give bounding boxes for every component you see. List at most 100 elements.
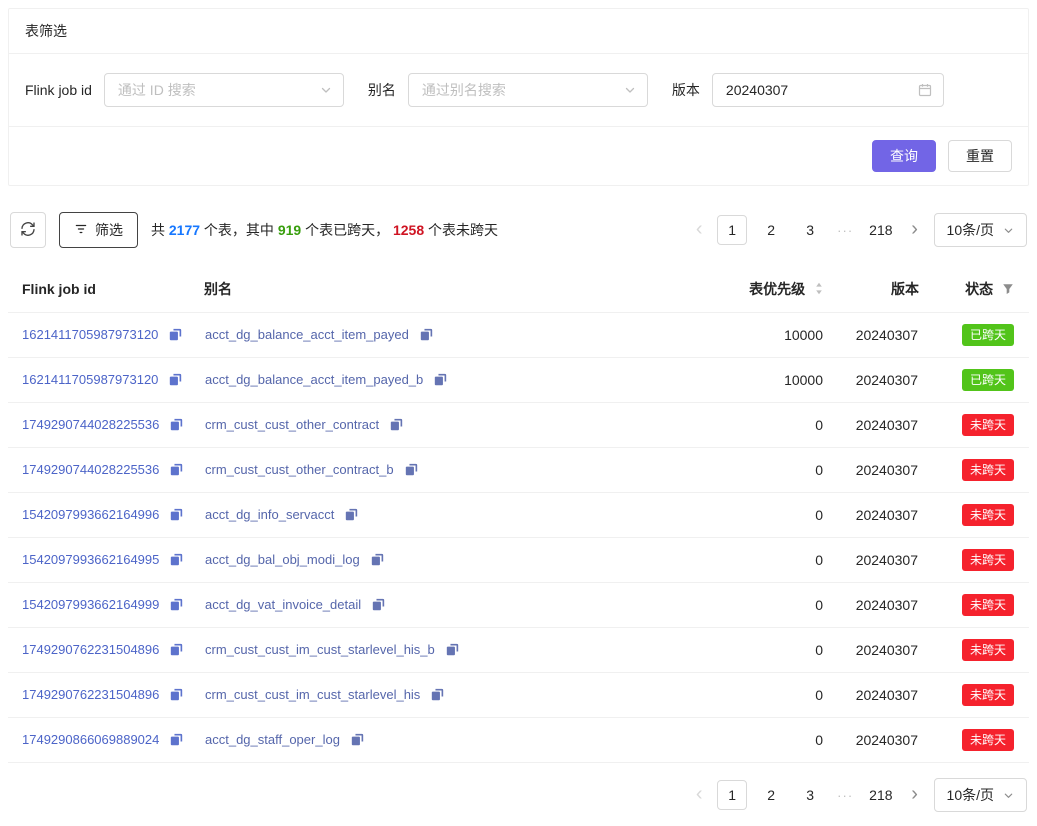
alias-link[interactable]: acct_dg_vat_invoice_detail [205,597,361,612]
job-id-link[interactable]: 1749290762231504896 [22,687,159,702]
filter-actions: 查询 重置 [9,126,1028,185]
prev-page-button[interactable]: ‹ [690,784,708,807]
page-ellipsis: ··· [834,223,856,238]
alias-link[interactable]: acct_dg_info_servacct [205,507,334,522]
alias-link[interactable]: acct_dg_balance_acct_item_payed_b [205,372,423,387]
job-id-link[interactable]: 1621411705987973120 [22,327,158,342]
reset-button[interactable]: 重置 [948,140,1012,172]
priority-cell: 0 [694,538,824,583]
filter-toggle-button[interactable]: 筛选 [59,212,138,248]
copy-icon[interactable] [434,373,447,389]
job-id-link[interactable]: 1542097993662164996 [22,507,159,522]
copy-icon[interactable] [170,553,183,569]
priority-cell: 0 [694,493,824,538]
copy-icon[interactable] [169,373,182,389]
column-header-version: 版本 [824,268,919,313]
status-badge: 未跨天 [962,504,1014,526]
page-ellipsis: ··· [834,788,856,803]
copy-icon[interactable] [170,688,183,704]
alias-link[interactable]: acct_dg_bal_obj_modi_log [205,552,360,567]
filter-card-header: 表筛选 [9,9,1028,54]
alias-select[interactable] [408,73,648,107]
copy-icon[interactable] [446,643,459,659]
alias-link[interactable]: crm_cust_cust_other_contract_b [205,462,394,477]
version-date-picker[interactable] [712,73,944,107]
page-button-218[interactable]: 218 [865,780,896,810]
status-badge: 未跨天 [962,729,1014,751]
copy-icon[interactable] [170,508,183,524]
job-id-link[interactable]: 1749290744028225536 [22,417,159,432]
alias-link[interactable]: crm_cust_cust_other_contract [205,417,379,432]
copy-icon[interactable] [170,733,183,749]
chevron-down-icon [624,84,636,96]
column-header-label: 状态 [965,281,993,297]
page-button-1[interactable]: 1 [717,215,747,245]
priority-cell: 10000 [694,358,824,403]
copy-icon[interactable] [170,463,183,479]
summary-segment: 1258 [393,222,424,238]
copy-icon[interactable] [420,328,433,344]
page-button-218[interactable]: 218 [865,215,896,245]
copy-icon[interactable] [170,418,183,434]
copy-icon[interactable] [431,688,444,704]
copy-icon[interactable] [371,553,384,569]
flink-job-id-input[interactable] [116,81,314,99]
table-row: 1542097993662164999 acct_dg_vat_invoice_… [8,583,1029,628]
filter-card-title: 表筛选 [25,23,67,39]
page-button-1[interactable]: 1 [717,780,747,810]
copy-icon[interactable] [372,598,385,614]
column-header-priority[interactable]: 表优先级 [694,268,824,313]
column-header-status[interactable]: 状态 [919,268,1029,313]
copy-icon[interactable] [351,733,364,749]
table-row: 1749290744028225536 crm_cust_cust_other_… [8,403,1029,448]
next-page-button[interactable]: › [906,219,924,242]
page-button-2[interactable]: 2 [756,215,786,245]
copy-icon[interactable] [170,643,183,659]
version-cell: 20240307 [824,313,919,358]
job-id-link[interactable]: 1542097993662164999 [22,597,159,612]
alias-link[interactable]: crm_cust_cust_im_cust_starlevel_his_b [205,642,435,657]
column-filter-icon[interactable] [1002,282,1014,298]
copy-icon[interactable] [169,328,182,344]
copy-icon[interactable] [405,463,418,479]
refresh-icon [20,221,36,240]
page-button-3[interactable]: 3 [795,215,825,245]
refresh-button[interactable] [10,212,46,248]
flink-job-id-select[interactable] [104,73,344,107]
version-cell: 20240307 [824,628,919,673]
version-cell: 20240307 [824,448,919,493]
footer-pagination-row: ‹ 123 ··· 218 › 10条/页 [8,778,1029,812]
priority-cell: 0 [694,718,824,763]
page-button-3[interactable]: 3 [795,780,825,810]
sort-icon[interactable] [814,282,824,298]
copy-icon[interactable] [345,508,358,524]
alias-link[interactable]: acct_dg_balance_acct_item_payed [205,327,409,342]
priority-cell: 0 [694,583,824,628]
job-id-link[interactable]: 1749290866069889024 [22,732,159,747]
job-id-link[interactable]: 1542097993662164995 [22,552,159,567]
table-row: 1749290744028225536 crm_cust_cust_other_… [8,448,1029,493]
alias-link[interactable]: acct_dg_staff_oper_log [205,732,340,747]
form-item-flink-job-id: Flink job id [25,73,344,107]
page-size-label: 10条/页 [947,220,994,240]
job-id-link[interactable]: 1749290762231504896 [22,642,159,657]
copy-icon[interactable] [390,418,403,434]
query-button[interactable]: 查询 [872,140,936,172]
table-row: 1542097993662164995 acct_dg_bal_obj_modi… [8,538,1029,583]
next-page-button[interactable]: › [906,784,924,807]
page-size-select[interactable]: 10条/页 [934,213,1027,247]
alias-input[interactable] [420,81,618,99]
priority-cell: 0 [694,628,824,673]
prev-page-button[interactable]: ‹ [690,219,708,242]
chevron-down-icon [1003,225,1014,236]
version-date-input[interactable] [724,81,912,99]
alias-link[interactable]: crm_cust_cust_im_cust_starlevel_his [205,687,420,702]
page-button-2[interactable]: 2 [756,780,786,810]
filter-icon [74,222,88,239]
chevron-down-icon [320,84,332,96]
job-id-link[interactable]: 1621411705987973120 [22,372,158,387]
page-size-select[interactable]: 10条/页 [934,778,1027,812]
copy-icon[interactable] [170,598,183,614]
version-cell: 20240307 [824,538,919,583]
job-id-link[interactable]: 1749290744028225536 [22,462,159,477]
